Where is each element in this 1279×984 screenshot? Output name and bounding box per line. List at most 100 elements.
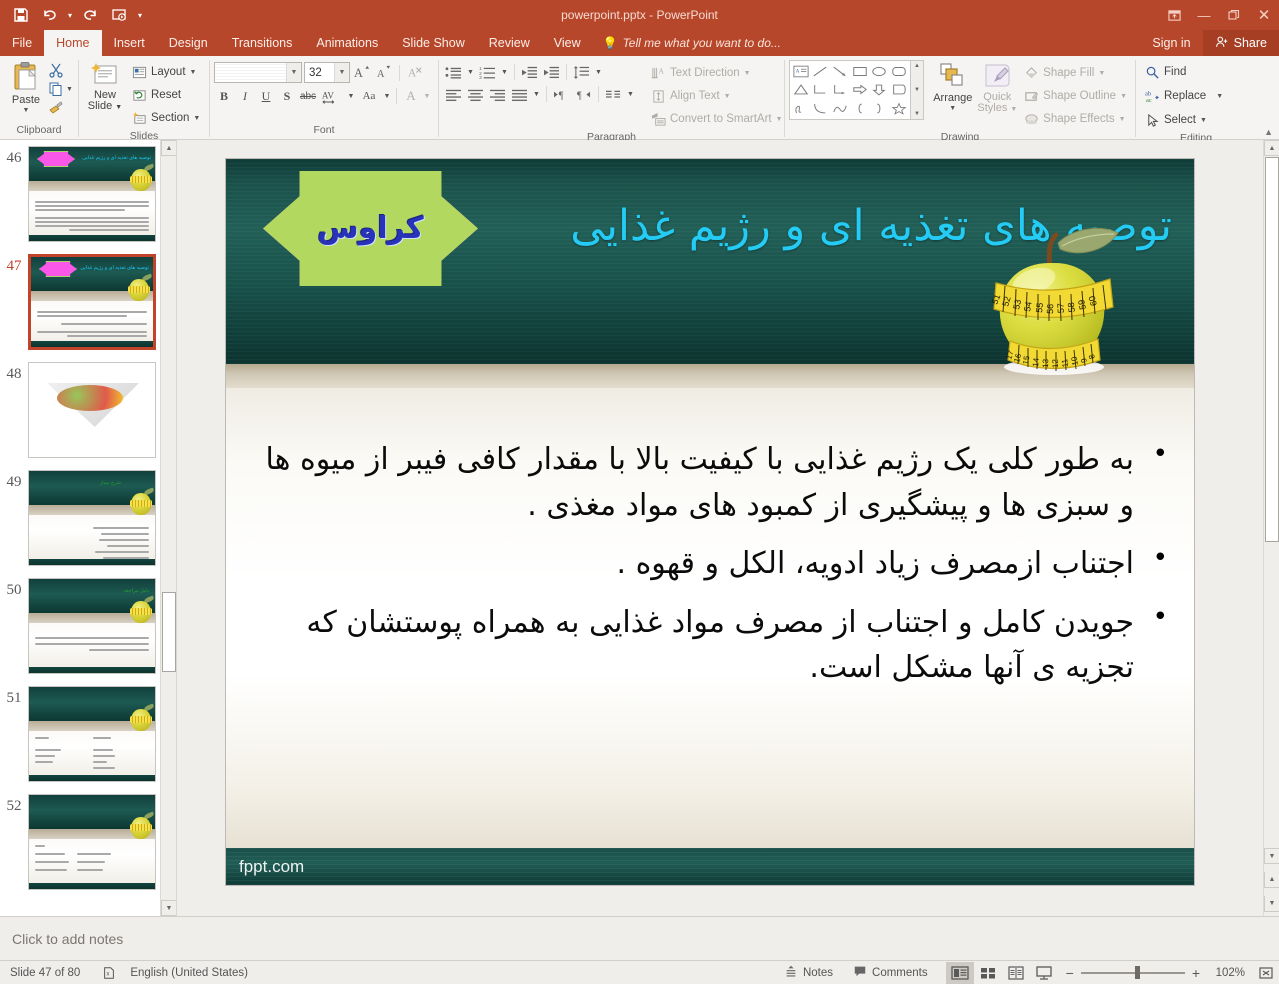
notes-button[interactable]: Notes bbox=[774, 961, 843, 984]
new-slide-button[interactable]: New Slide ▼ bbox=[83, 60, 127, 113]
align-left-button[interactable] bbox=[443, 84, 464, 104]
smartart-dropdown-icon[interactable]: ▼ bbox=[776, 116, 783, 123]
text-direction-button[interactable]: A Text Direction ▼ bbox=[646, 62, 787, 84]
columns-dropdown-icon[interactable]: ▼ bbox=[531, 84, 542, 104]
cut-icon[interactable] bbox=[48, 62, 64, 78]
bullets-button[interactable] bbox=[443, 62, 464, 82]
font-size-dropdown-icon[interactable]: ▼ bbox=[334, 63, 349, 82]
tab-view[interactable]: View bbox=[542, 30, 593, 56]
slide-counter[interactable]: Slide 47 of 80 bbox=[0, 967, 80, 979]
slide-scroll-down-icon[interactable]: ▼ bbox=[1264, 848, 1279, 864]
shape-star-icon[interactable] bbox=[889, 99, 909, 118]
slide-sorter-icon[interactable] bbox=[974, 962, 1002, 984]
shape-fill-dropdown-icon[interactable]: ▼ bbox=[1098, 70, 1105, 77]
increase-indent-button[interactable] bbox=[541, 62, 562, 82]
slide-thumbnail-pane[interactable]: 46 توصیه های تغذیه ای و رژیم غذایی 47 تو… bbox=[0, 140, 177, 916]
close-icon[interactable]: ✕ bbox=[1249, 0, 1279, 30]
tab-home[interactable]: Home bbox=[44, 30, 102, 56]
current-slide[interactable]: کراوس توصیه های تغذیه ای و رژیم غذایی 51… bbox=[226, 159, 1194, 885]
tab-slide-show[interactable]: Slide Show bbox=[390, 30, 477, 56]
thumbnail-slide-52[interactable]: 52 bbox=[0, 788, 176, 896]
save-icon[interactable] bbox=[8, 3, 34, 27]
zoom-slider-handle[interactable] bbox=[1134, 966, 1140, 979]
shape-right-brace-icon[interactable] bbox=[870, 99, 890, 118]
shape-effects-dropdown-icon[interactable]: ▼ bbox=[1119, 116, 1126, 123]
shape-effects-button[interactable]: Shape Effects ▼ bbox=[1019, 108, 1131, 130]
shape-scribble-icon[interactable] bbox=[791, 99, 811, 118]
thumbnail-slide-50[interactable]: 50 دلیل مراجعه bbox=[0, 572, 176, 680]
select-dropdown-icon[interactable]: ▼ bbox=[1200, 117, 1207, 124]
spell-check-icon[interactable]: x bbox=[96, 966, 122, 980]
align-right-button[interactable] bbox=[487, 84, 508, 104]
tab-design[interactable]: Design bbox=[157, 30, 220, 56]
shape-rounded-rectangle-icon[interactable] bbox=[889, 62, 909, 81]
font-name-combo[interactable]: ▼ bbox=[214, 62, 302, 83]
thumbnail-slide-47[interactable]: 47 توصیه های تغذیه ای و رژیم غذایی bbox=[0, 248, 176, 356]
align-text-button[interactable]: Align Text ▼ bbox=[646, 85, 787, 107]
tab-review[interactable]: Review bbox=[477, 30, 542, 56]
layout-dropdown-icon[interactable]: ▼ bbox=[190, 69, 197, 76]
undo-dropdown-icon[interactable]: ▾ bbox=[64, 3, 76, 27]
change-case-dropdown-icon[interactable]: ▼ bbox=[382, 86, 392, 106]
underline-button[interactable]: U bbox=[256, 86, 276, 106]
zoom-in-icon[interactable]: + bbox=[1192, 965, 1200, 981]
gallery-more-icon[interactable]: ▼ bbox=[914, 111, 920, 117]
font-color-button[interactable]: A bbox=[401, 86, 421, 106]
tab-transitions[interactable]: Transitions bbox=[220, 30, 305, 56]
shapes-gallery-scroll[interactable]: ▲ ▼ ▼ bbox=[911, 60, 924, 120]
notes-pane[interactable]: Click to add notes bbox=[0, 916, 1279, 960]
decrease-font-size-icon[interactable]: A bbox=[374, 63, 394, 83]
thumbnail-preview[interactable]: شرح بیمار bbox=[28, 470, 156, 566]
thumbnail-scroll-down-icon[interactable]: ▼ bbox=[161, 900, 176, 916]
strikethrough-button[interactable]: abc bbox=[298, 86, 318, 106]
slide-editor-pane[interactable]: کراوس توصیه های تغذیه ای و رژیم غذایی 51… bbox=[177, 140, 1279, 916]
increase-font-size-icon[interactable]: A bbox=[352, 63, 372, 83]
gallery-up-icon[interactable]: ▲ bbox=[914, 63, 920, 69]
line-spacing-dropdown-icon[interactable]: ▼ bbox=[593, 62, 604, 82]
tab-animations[interactable]: Animations bbox=[304, 30, 390, 56]
next-slide-icon[interactable]: ▼ bbox=[1264, 896, 1279, 912]
ltr-text-direction-button[interactable]: ¶ bbox=[551, 84, 572, 104]
shape-textbox-icon[interactable]: A bbox=[791, 62, 811, 81]
minimize-icon[interactable]: — bbox=[1189, 0, 1219, 30]
shapes-gallery[interactable]: A bbox=[789, 60, 911, 120]
tell-me-box[interactable]: 💡 Tell me what you want to do... bbox=[593, 30, 791, 56]
text-shadow-button[interactable]: S bbox=[277, 86, 297, 106]
shape-oval-icon[interactable] bbox=[870, 62, 890, 81]
shape-left-brace-icon[interactable] bbox=[850, 99, 870, 118]
sign-in-button[interactable]: Sign in bbox=[1140, 36, 1202, 50]
character-spacing-button[interactable]: AV bbox=[319, 86, 345, 106]
copy-dropdown-icon[interactable]: ▼ bbox=[66, 86, 73, 93]
slide-body-text[interactable]: به طور کلی یک رژیم غذایی با کیفیت بالا ب… bbox=[260, 435, 1170, 704]
thumbnail-slide-48[interactable]: 48 bbox=[0, 356, 176, 464]
bullets-dropdown-icon[interactable]: ▼ bbox=[465, 62, 476, 82]
restore-icon[interactable] bbox=[1219, 0, 1249, 30]
shape-curve-icon[interactable] bbox=[830, 99, 850, 118]
align-center-button[interactable] bbox=[465, 84, 486, 104]
reading-view-icon[interactable] bbox=[1002, 962, 1030, 984]
thumbnail-preview[interactable] bbox=[28, 794, 156, 890]
thumbnail-preview[interactable] bbox=[28, 362, 156, 458]
select-button[interactable]: Select ▼ bbox=[1140, 109, 1227, 131]
zoom-out-icon[interactable]: − bbox=[1066, 965, 1074, 981]
thumbnail-preview[interactable] bbox=[28, 686, 156, 782]
quick-styles-button[interactable]: Quick Styles ▼ bbox=[976, 60, 1020, 115]
arrange-button[interactable]: Arrange ▼ bbox=[930, 60, 976, 112]
tab-insert[interactable]: Insert bbox=[102, 30, 157, 56]
shape-triangle-icon[interactable] bbox=[791, 81, 811, 100]
shape-down-arrow-icon[interactable] bbox=[870, 81, 890, 100]
shape-flowchart-icon[interactable] bbox=[889, 81, 909, 100]
fit-slide-to-window-icon[interactable] bbox=[1253, 961, 1279, 984]
change-case-button[interactable]: Aa bbox=[357, 86, 381, 106]
zoom-percentage[interactable]: 102% bbox=[1207, 967, 1245, 979]
columns-button[interactable] bbox=[603, 84, 624, 104]
thumbnail-slide-46[interactable]: 46 توصیه های تغذیه ای و رژیم غذایی bbox=[0, 140, 176, 248]
line-spacing-button[interactable] bbox=[571, 62, 592, 82]
collapse-ribbon-icon[interactable]: ▲ bbox=[1264, 127, 1273, 137]
new-slide-dropdown-icon[interactable]: ▼ bbox=[115, 104, 122, 111]
shape-elbow-arrow-icon[interactable] bbox=[830, 81, 850, 100]
decrease-indent-button[interactable] bbox=[519, 62, 540, 82]
shape-arrow-icon[interactable] bbox=[830, 62, 850, 81]
thumbnail-preview[interactable]: دلیل مراجعه bbox=[28, 578, 156, 674]
font-name-dropdown-icon[interactable]: ▼ bbox=[286, 63, 301, 82]
